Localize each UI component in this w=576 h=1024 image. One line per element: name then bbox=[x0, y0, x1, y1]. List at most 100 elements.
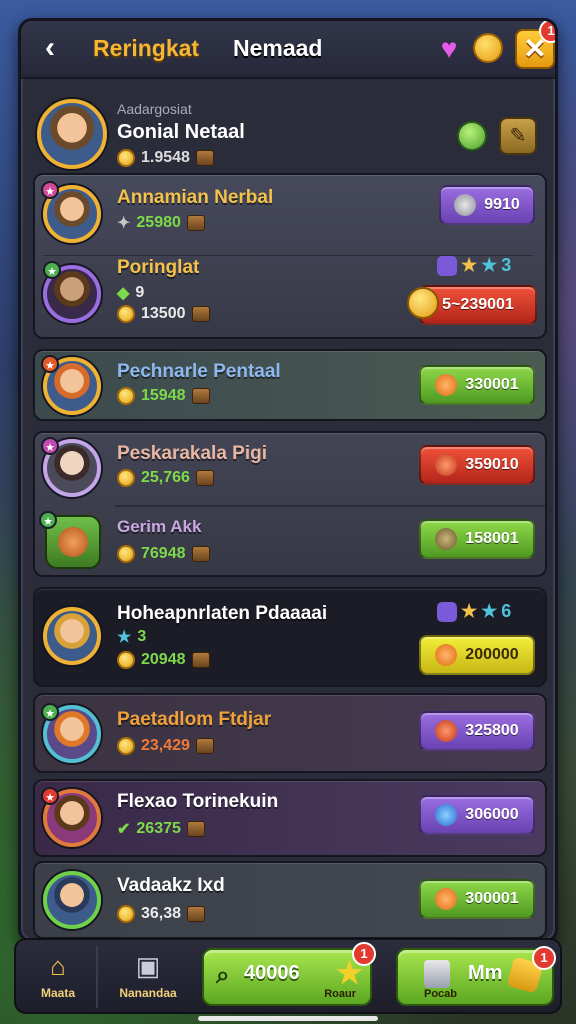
row-name: Gerim Akk bbox=[117, 517, 202, 536]
chest-icon bbox=[195, 470, 214, 486]
rank-icon: ★ bbox=[43, 261, 61, 279]
star-icon: ★ bbox=[481, 601, 498, 621]
rank-icon: ★ bbox=[39, 511, 57, 529]
list-item[interactable]: ★ Flexao Torinekuin ✔ 26375 306000 bbox=[33, 779, 547, 857]
rank-icon: ★ bbox=[41, 355, 59, 373]
log-icon bbox=[435, 528, 458, 550]
reward-button[interactable]: 359010 bbox=[419, 445, 535, 485]
coin-icon bbox=[117, 905, 135, 923]
gem-icon: ✦ bbox=[117, 215, 131, 232]
shield-icon bbox=[437, 255, 457, 276]
search-button[interactable]: ⌕ 40006 ★ Roaur bbox=[202, 948, 372, 1006]
mm-button[interactable]: Mm Pocab bbox=[396, 948, 554, 1006]
star-rating: ★ ★ 3 bbox=[437, 255, 511, 276]
row-stats: 13500 bbox=[117, 305, 210, 323]
row-stats: 76948 bbox=[117, 545, 210, 563]
rank-icon: ★ bbox=[41, 703, 59, 721]
shop-icon: ▣ bbox=[135, 951, 161, 981]
list-item[interactable]: ★ Paetadlom Ftdjar 23,429 325800 bbox=[33, 693, 547, 773]
notification-badge: 1 bbox=[352, 942, 376, 966]
nav-shop[interactable]: ▣ Nanandaa bbox=[112, 946, 184, 1010]
back-arrow-icon: ‹ bbox=[45, 31, 55, 64]
rank-icon: ★ bbox=[41, 437, 59, 455]
reward-button[interactable]: 300001 bbox=[419, 879, 535, 919]
heart-icon[interactable]: ♥ bbox=[435, 35, 463, 63]
row-name: Poringlat bbox=[117, 257, 200, 278]
leaderboard-panel: ‹ Reringkat Nemaad ♥ ✕ 1 Aadargosiat Gon… bbox=[18, 18, 558, 943]
row-stats: ◆ 9 bbox=[117, 284, 145, 302]
list-item[interactable]: ★ Annamian Nerbal ✦ 25980 9910 ★ Poringl… bbox=[33, 173, 547, 339]
page-subtitle: Nemaad bbox=[233, 35, 323, 61]
reward-button[interactable]: 325800 bbox=[419, 711, 535, 751]
notification-badge: 1 bbox=[532, 946, 556, 970]
reward-button[interactable]: 158001 bbox=[419, 519, 535, 559]
nav-home[interactable]: ⌂ Maata bbox=[22, 946, 94, 1010]
row-stats: 20948 bbox=[117, 651, 210, 669]
heart-icon bbox=[435, 888, 458, 910]
profile-label: Aadargosiat bbox=[117, 101, 192, 117]
trash-icon bbox=[424, 960, 450, 988]
search-icon: ⌕ bbox=[216, 962, 230, 989]
chest-icon bbox=[191, 546, 210, 562]
reward-button[interactable]: 306000 bbox=[419, 795, 535, 835]
back-button[interactable]: ‹ bbox=[33, 31, 67, 67]
row-avatar bbox=[43, 871, 101, 929]
bag-button[interactable]: ✎ bbox=[499, 117, 537, 155]
row-stats: 25,766 bbox=[117, 469, 214, 487]
coin-icon bbox=[117, 387, 135, 405]
home-indicator bbox=[198, 1016, 378, 1021]
coin-icon bbox=[117, 651, 135, 669]
row-name: Hoheapnrlaten Pdaaaai bbox=[117, 603, 328, 624]
rank-icon: ★ bbox=[41, 181, 59, 199]
chest-icon bbox=[195, 150, 214, 166]
chest-icon bbox=[191, 388, 210, 404]
row-name: Annamian Nerbal bbox=[117, 187, 274, 208]
coin-icon bbox=[117, 305, 135, 323]
list-item[interactable]: ★ Peskarakala Pigi 25,766 359010 ★ Gerim… bbox=[33, 431, 547, 577]
star-icon: ★ bbox=[117, 629, 132, 646]
row-name: Paetadlom Ftdjar bbox=[117, 709, 272, 730]
header: ‹ Reringkat Nemaad ♥ ✕ 1 bbox=[21, 21, 555, 79]
row-stats: ★ 3 bbox=[117, 628, 147, 646]
chest-icon bbox=[195, 738, 214, 754]
player-avatar[interactable] bbox=[37, 99, 107, 169]
bottom-nav: ⌂ Maata ▣ Nanandaa ⌕ 40006 ★ Roaur 1 Mm … bbox=[14, 938, 562, 1014]
coin-icon bbox=[117, 545, 135, 563]
gem-icon bbox=[454, 194, 477, 216]
rank-icon: ★ bbox=[41, 787, 59, 805]
gem-icon bbox=[435, 804, 458, 826]
carrot-icon bbox=[435, 454, 458, 476]
heart-icon bbox=[435, 644, 458, 666]
row-stats: ✔ 26375 bbox=[117, 819, 205, 839]
star-icon: ★ bbox=[461, 255, 478, 275]
list-item[interactable]: ★ Pechnarle Pentaal 15948 330001 bbox=[33, 349, 547, 421]
star-rating: ★ ★ 6 bbox=[437, 601, 511, 622]
page-title: Reringkat bbox=[93, 35, 200, 61]
row-stats: 15948 bbox=[117, 387, 210, 405]
chest-icon bbox=[187, 906, 206, 922]
divider bbox=[96, 946, 98, 1008]
bag-icon: ✎ bbox=[509, 125, 527, 147]
reward-button[interactable]: 200000 bbox=[419, 635, 535, 675]
row-stats: 23,429 bbox=[117, 737, 214, 755]
chest-icon bbox=[191, 652, 210, 668]
coin-icon[interactable] bbox=[473, 33, 503, 63]
row-name: Flexao Torinekuin bbox=[117, 791, 279, 812]
coin-icon bbox=[117, 737, 135, 755]
row-avatar bbox=[43, 607, 101, 665]
green-orb-icon[interactable] bbox=[457, 121, 487, 151]
home-icon: ⌂ bbox=[50, 951, 66, 981]
row-name: Vadaakz Ixd bbox=[117, 875, 225, 896]
reward-button[interactable]: 9910 bbox=[439, 185, 535, 225]
list-item-highlighted[interactable]: Hoheapnrlaten Pdaaaai ★ 3 20948 ★ ★ 6 20… bbox=[33, 587, 547, 687]
coin-icon bbox=[117, 469, 135, 487]
list-item[interactable]: Vadaakz Ixd 36,38 300001 bbox=[33, 861, 547, 939]
profile-name: Gonial Netaal bbox=[117, 121, 245, 143]
reward-button[interactable]: 330001 bbox=[419, 365, 535, 405]
shell-icon bbox=[58, 527, 88, 557]
row-stats: ✦ 25980 bbox=[117, 213, 205, 233]
fist-icon bbox=[407, 287, 439, 319]
player-profile: Aadargosiat Gonial Netaal 1.9548 ✎ bbox=[21, 79, 555, 179]
star-icon: ★ bbox=[461, 601, 478, 621]
shield-icon bbox=[437, 601, 457, 622]
